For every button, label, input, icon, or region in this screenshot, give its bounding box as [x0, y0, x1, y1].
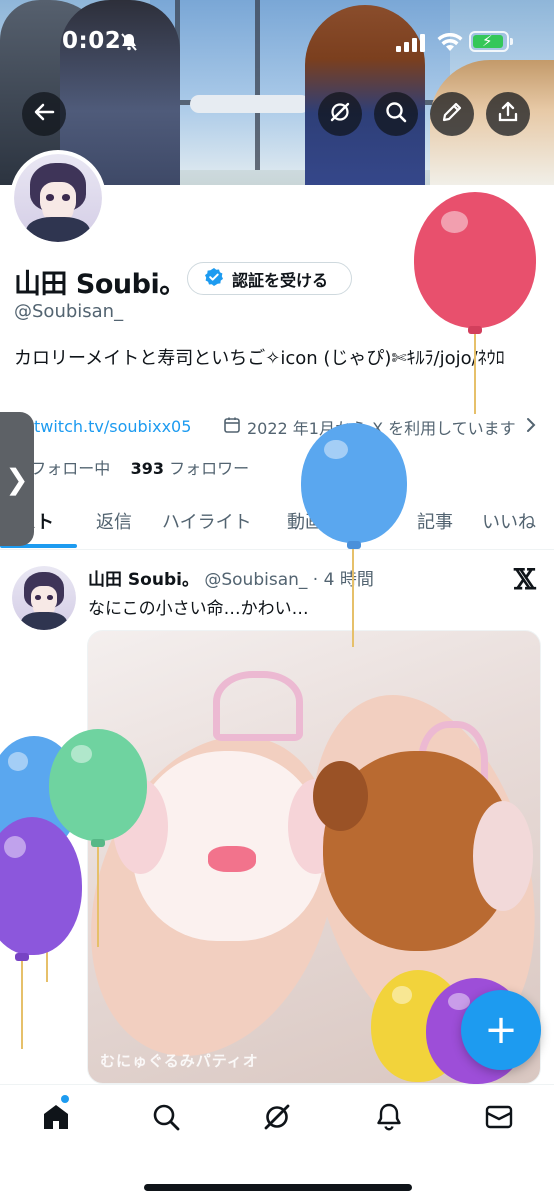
- nav-notifications[interactable]: [371, 1101, 407, 1137]
- balloon: [301, 423, 407, 647]
- home-unread-dot: [61, 1095, 69, 1103]
- nav-home[interactable]: [38, 1101, 74, 1137]
- balloon: [0, 817, 82, 1049]
- following-label: フォロー中: [30, 459, 111, 478]
- followers-count: 393: [130, 459, 164, 478]
- search-icon: [151, 1102, 181, 1136]
- back-arrow-icon: [33, 101, 55, 127]
- nav-grok[interactable]: [259, 1101, 295, 1137]
- tweet-author-handle[interactable]: @Soubisan_: [204, 570, 307, 590]
- share-button[interactable]: [486, 92, 530, 136]
- notifications-icon: [374, 1102, 404, 1136]
- white-plush: [113, 751, 343, 941]
- followers-label: フォロワー: [169, 459, 250, 478]
- follow-stats: 8 フォロー中 393 フォロワー: [14, 455, 249, 479]
- chevron-right-icon[interactable]: [526, 417, 536, 437]
- search-icon: [384, 100, 408, 128]
- tab-highlights[interactable]: ハイライト: [162, 508, 252, 534]
- avatar: [14, 154, 102, 242]
- grok-button[interactable]: [318, 92, 362, 136]
- tab-articles[interactable]: 記事: [417, 508, 453, 534]
- followers-link[interactable]: 393 フォロワー: [131, 459, 250, 478]
- profile-handle: @Soubisan_: [14, 301, 124, 322]
- signal-icon: [396, 34, 426, 56]
- grok-icon: [328, 100, 352, 128]
- tweet-text: なにこの小さい命…かわい…: [88, 599, 309, 619]
- wifi-icon: [437, 32, 463, 57]
- display-name: 山田 Soubi。: [14, 269, 186, 300]
- profile-avatar[interactable]: [10, 150, 106, 246]
- status-bar: 0:02 ⚡: [0, 0, 554, 84]
- tab-likes[interactable]: いいね: [482, 508, 536, 534]
- bottom-navigation: [0, 1084, 554, 1200]
- brown-plush: [313, 751, 533, 951]
- banner-plane: [190, 95, 310, 113]
- image-watermark: むにゅぐるみパティオ: [100, 1052, 259, 1070]
- profile-tabs: スト 返信 ハイライト 動画 画像 記事 いいね: [0, 496, 554, 550]
- avatar: [12, 566, 76, 630]
- messages-icon: [484, 1102, 514, 1136]
- share-icon: [497, 101, 519, 127]
- side-panel-handle[interactable]: ❯: [0, 412, 34, 546]
- nav-search[interactable]: [148, 1101, 184, 1137]
- balloon: [414, 192, 536, 414]
- tweet-author-name[interactable]: 山田 Soubi。: [88, 570, 199, 590]
- chevron-right-icon: ❯: [5, 462, 29, 496]
- calendar-icon: [223, 416, 241, 438]
- grok-icon: [262, 1102, 292, 1136]
- nav-messages[interactable]: [481, 1101, 517, 1137]
- tweet-author-avatar[interactable]: [12, 566, 76, 630]
- tab-replies[interactable]: 返信: [96, 508, 132, 534]
- edit-icon: [441, 101, 463, 127]
- profile-bio: カロリーメイトと寿司といちご✧icon (じゃぴ)✄ｷﾙﾗ/jojo/ﾈｳﾛ: [14, 348, 505, 369]
- tweet-time: · 4 時間: [312, 570, 374, 590]
- tweet-header: 山田 Soubi。 @Soubisan_ · 4 時間: [88, 565, 374, 590]
- get-verified-button[interactable]: 認証を受ける: [187, 262, 352, 295]
- plus-icon: +: [484, 1007, 518, 1053]
- profile-link[interactable]: twitch.tv/soubixx05: [10, 415, 191, 437]
- profile-link-text[interactable]: twitch.tv/soubixx05: [34, 417, 191, 436]
- edit-profile-button[interactable]: [430, 92, 474, 136]
- status-time: 0:02: [62, 28, 122, 54]
- home-indicator[interactable]: [144, 1184, 412, 1191]
- verified-badge-icon: [204, 267, 224, 291]
- x-logo-icon: 𝕏: [514, 563, 536, 596]
- bell-muted-icon: [119, 32, 139, 56]
- battery-icon: ⚡: [469, 31, 513, 52]
- compose-post-button[interactable]: +: [461, 990, 541, 1070]
- back-button[interactable]: [22, 92, 66, 136]
- search-button[interactable]: [374, 92, 418, 136]
- get-verified-label: 認証を受ける: [232, 270, 329, 290]
- charging-icon: ⚡: [482, 32, 493, 50]
- home-icon: [41, 1102, 71, 1136]
